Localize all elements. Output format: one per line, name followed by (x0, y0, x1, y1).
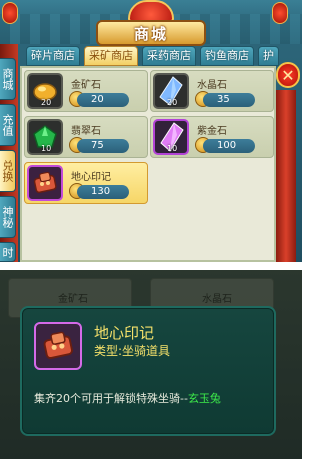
item-count: 20 (41, 98, 52, 107)
item-price: 100 (203, 139, 255, 153)
earth-seal-icon (27, 165, 63, 201)
tab-mining-shop[interactable]: 采矿商店 (84, 46, 138, 66)
tooltip-item-type: 类型:坐骑道具 (94, 344, 171, 358)
item-price: 130 (77, 185, 129, 199)
item-name: 紫金石 (197, 126, 227, 137)
side-tab-mystery[interactable]: 神秘 (0, 196, 16, 238)
item-detail-screen: 金矿石 水晶石 地心印记 类型:坐骑道具 集齐20个可用于解锁特殊坐骑--玄玉兔 (0, 270, 302, 459)
shop-item[interactable]: 20 金矿石 20 (24, 70, 148, 112)
tooltip-item-name: 地心印记 (94, 324, 155, 342)
close-button[interactable]: ✕ (276, 62, 300, 88)
shop-window: 商城 碎片商店 采矿商店 采药商店 钓鱼商店 护 商城 充值 兑换 神秘 时 ✕… (0, 0, 302, 262)
crown-ornament (128, 0, 174, 22)
tab-fragment-shop[interactable]: 碎片商店 (26, 46, 80, 66)
lantern-icon (272, 2, 288, 24)
item-name: 金矿石 (71, 80, 101, 91)
side-tab-mall[interactable]: 商城 (0, 58, 16, 100)
tooltip-desc-text: 集齐20个可用于解锁特殊坐骑-- (34, 392, 188, 405)
item-name: 翡翠石 (71, 126, 101, 137)
side-nav: 商城 充值 兑换 神秘 时 (0, 44, 18, 262)
side-tab-exchange[interactable]: 兑换 (0, 150, 16, 192)
item-count: 10 (167, 144, 178, 153)
item-name: 水晶石 (197, 80, 227, 91)
shop-tabs: 碎片商店 采矿商店 采药商店 钓鱼商店 护 (26, 46, 279, 66)
item-count: 10 (41, 144, 52, 153)
tooltip-description: 集齐20个可用于解锁特殊坐骑--玄玉兔 (34, 390, 221, 406)
side-tab-time[interactable]: 时 (0, 242, 16, 262)
item-count: 20 (167, 98, 178, 107)
lantern-icon (2, 2, 18, 24)
pillar-decoration (276, 90, 296, 262)
earth-seal-icon (34, 322, 82, 370)
shop-item[interactable]: 10 紫金石 100 (150, 116, 274, 158)
shop-title: 商城 (96, 20, 206, 46)
item-price: 35 (203, 93, 255, 107)
tooltip-mount-name: 玄玉兔 (187, 392, 221, 405)
shop-item[interactable]: 地心印记 130 (24, 162, 148, 204)
side-tab-recharge[interactable]: 充值 (0, 104, 16, 146)
item-tooltip: 地心印记 类型:坐骑道具 集齐20个可用于解锁特殊坐骑--玄玉兔 (20, 306, 276, 436)
item-price: 75 (77, 139, 129, 153)
tab-herb-shop[interactable]: 采药商店 (142, 46, 196, 66)
tab-fishing-shop[interactable]: 钓鱼商店 (200, 46, 254, 66)
tab-more[interactable]: 护 (258, 46, 279, 66)
shop-item[interactable]: 20 水晶石 35 (150, 70, 274, 112)
shop-item[interactable]: 10 翡翠石 75 (24, 116, 148, 158)
item-name: 地心印记 (71, 172, 111, 183)
item-grid: 20 金矿石 20 20 水晶石 35 10 翡翠石 75 10 紫金石 100… (20, 66, 276, 262)
item-price: 20 (77, 93, 129, 107)
